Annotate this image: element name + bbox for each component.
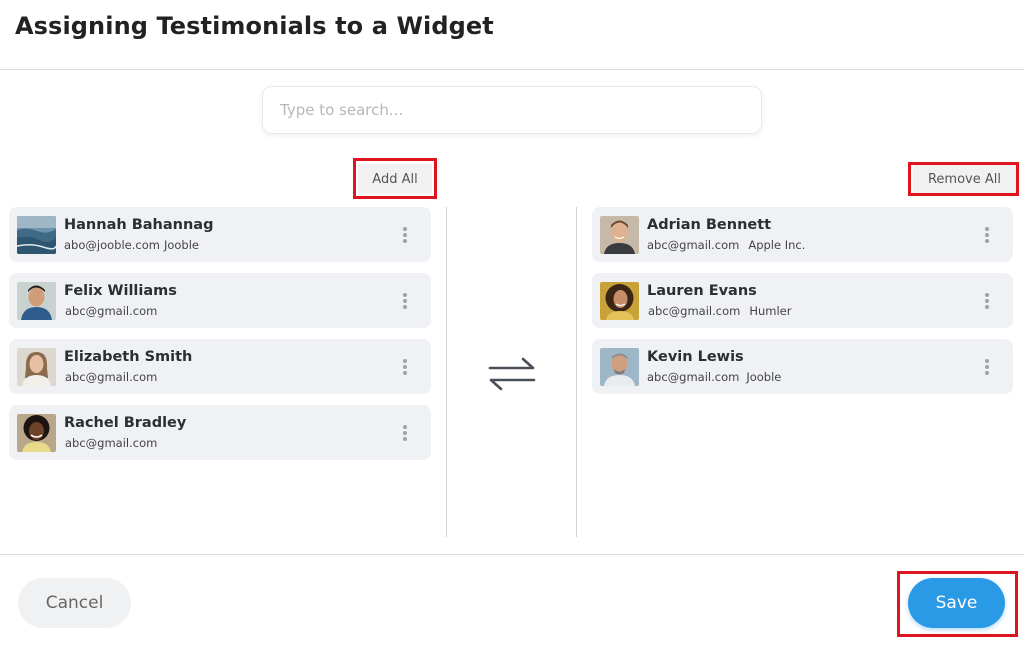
testimonial-meta: abc@gmail.com — [64, 436, 157, 450]
testimonial-email: abc@gmail.com — [647, 238, 740, 252]
more-options-icon[interactable] — [398, 422, 412, 444]
add-all-button[interactable]: Add All — [358, 164, 432, 194]
testimonial-card[interactable]: Adrian Bennett abc@gmail.com Apple Inc. — [592, 207, 1013, 262]
more-options-icon[interactable] — [398, 290, 412, 312]
testimonial-email: abo@jooble.com — [64, 238, 160, 252]
testimonial-email: abc@gmail.com — [65, 436, 158, 450]
testimonial-meta: abc@gmail.com Jooble — [647, 370, 781, 384]
testimonial-card[interactable]: Kevin Lewis abc@gmail.com Jooble — [592, 339, 1013, 394]
testimonial-author-name: Adrian Bennett — [647, 217, 772, 233]
cancel-button[interactable]: Cancel — [18, 578, 131, 628]
remove-all-button[interactable]: Remove All — [913, 164, 1016, 194]
testimonial-author-name: Rachel Bradley — [64, 415, 187, 431]
dialog-footer — [0, 554, 1024, 654]
dialog-title: Assigning Testimonials to a Widget — [15, 12, 494, 40]
person-photo-avatar — [17, 282, 56, 320]
person-photo-avatar — [17, 414, 56, 452]
dialog-header: Assigning Testimonials to a Widget — [0, 0, 1024, 70]
testimonial-email: abc@gmail.com — [65, 304, 158, 318]
person-photo-avatar — [600, 282, 639, 320]
testimonial-company: Apple Inc. — [748, 238, 806, 252]
testimonial-card[interactable]: Rachel Bradley abc@gmail.com — [9, 405, 431, 460]
assigned-testimonials-list: Adrian Bennett abc@gmail.com Apple Inc. L… — [592, 207, 1013, 405]
testimonial-meta: abc@gmail.com Humler — [647, 304, 791, 318]
ocean-image-avatar — [17, 216, 56, 254]
testimonial-card[interactable]: Elizabeth Smith abc@gmail.com — [9, 339, 431, 394]
search-input[interactable] — [262, 86, 762, 134]
testimonial-card[interactable]: Felix Williams abc@gmail.com — [9, 273, 431, 328]
more-options-icon[interactable] — [980, 224, 994, 246]
save-button[interactable]: Save — [908, 578, 1005, 628]
more-options-icon[interactable] — [980, 290, 994, 312]
testimonial-meta: abo@jooble.com Jooble — [64, 238, 199, 252]
testimonial-author-name: Lauren Evans — [647, 283, 757, 299]
testimonial-company: Jooble — [746, 370, 782, 384]
more-options-icon[interactable] — [398, 356, 412, 378]
testimonial-meta: abc@gmail.com — [64, 370, 157, 384]
testimonial-email: abc@gmail.com — [65, 370, 158, 384]
testimonial-author-name: Elizabeth Smith — [64, 349, 193, 365]
person-photo-avatar — [600, 348, 639, 386]
testimonial-author-name: Felix Williams — [64, 283, 177, 299]
more-options-icon[interactable] — [398, 224, 412, 246]
testimonial-email: abc@gmail.com — [647, 370, 740, 384]
swap-arrows-icon[interactable] — [487, 356, 537, 392]
panel-divider-left — [446, 207, 447, 537]
testimonial-meta: abc@gmail.com Apple Inc. — [647, 238, 805, 252]
available-testimonials-list: Hannah Bahannag abo@jooble.com Jooble Fel… — [9, 207, 431, 471]
testimonial-card[interactable]: Lauren Evans abc@gmail.com Humler — [592, 273, 1013, 328]
testimonial-email: abc@gmail.com — [648, 304, 741, 318]
testimonial-author-name: Kevin Lewis — [647, 349, 744, 365]
person-photo-avatar — [17, 348, 56, 386]
testimonial-company: Humler — [749, 304, 792, 318]
testimonial-card[interactable]: Hannah Bahannag abo@jooble.com Jooble — [9, 207, 431, 262]
testimonial-meta: abc@gmail.com — [64, 304, 157, 318]
person-photo-avatar — [600, 216, 639, 254]
testimonial-author-name: Hannah Bahannag — [64, 217, 214, 233]
panel-divider-right — [576, 207, 577, 537]
more-options-icon[interactable] — [980, 356, 994, 378]
testimonial-company: Jooble — [163, 238, 199, 252]
